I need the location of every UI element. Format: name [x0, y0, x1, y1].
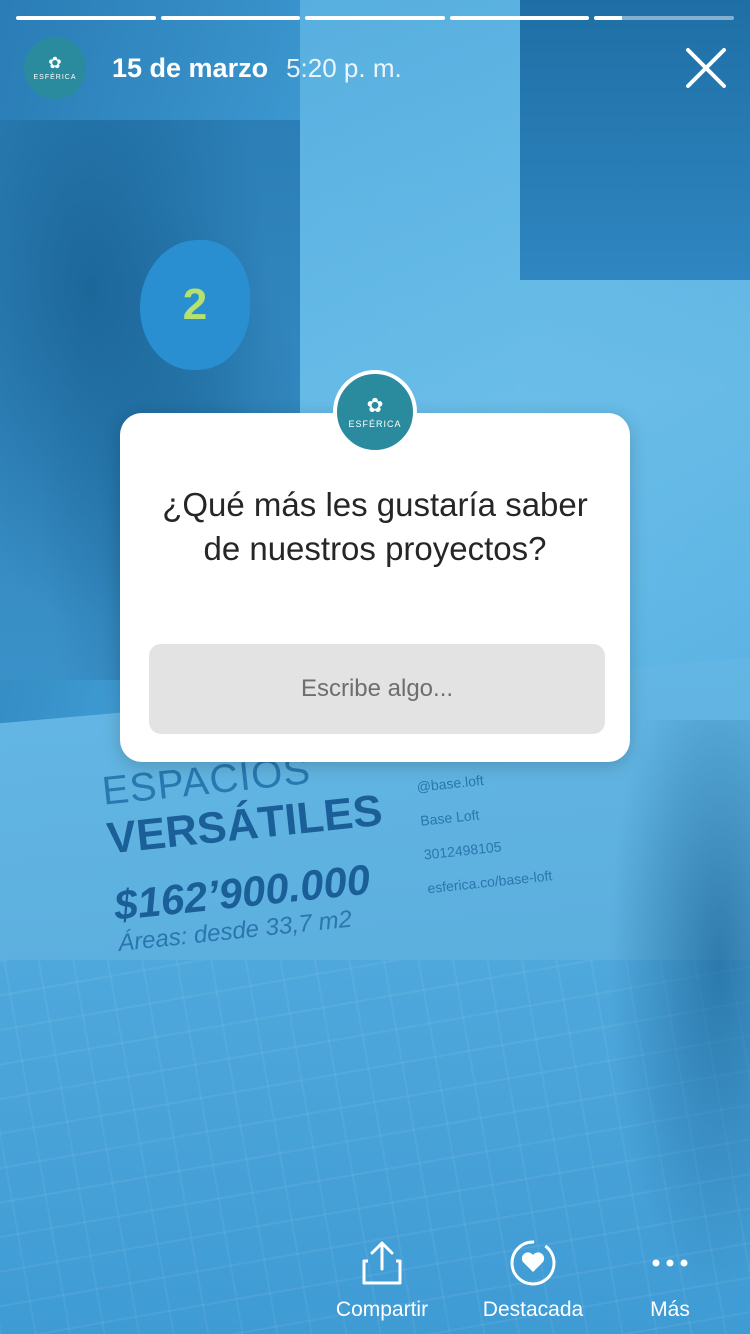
question-text: ¿Qué más les gustaría saber de nuestros … [162, 486, 588, 567]
progress-segment [449, 16, 590, 20]
counter-contact-info: @base.loft Base Loft 3012498105 esferica… [415, 757, 554, 905]
story-time: 5:20 p. m. [286, 52, 402, 83]
heart-highlight-icon [508, 1238, 558, 1288]
share-button[interactable]: Compartir [327, 1238, 437, 1322]
story-header: ✿ ESFÉRICA 15 de marzo 5:20 p. m. [24, 36, 730, 100]
story-actions: Compartir Destacada Más [0, 1224, 750, 1334]
close-button[interactable] [682, 44, 730, 92]
more-label: Más [650, 1298, 690, 1321]
progress-segment [305, 16, 445, 20]
share-label: Compartir [335, 1298, 429, 1321]
progress-segment [16, 16, 156, 20]
highlight-button[interactable]: Destacada [474, 1238, 592, 1322]
flower-logo-icon: ✿ [366, 394, 384, 417]
more-button[interactable]: Más [640, 1238, 700, 1322]
story-progress [16, 16, 734, 20]
more-dots-icon [645, 1238, 695, 1288]
highlight-label: Destacada [482, 1298, 584, 1321]
sticker-avatar-brand-text: ESFÉRICA [348, 418, 402, 429]
flower-logo-icon: ✿ [48, 54, 62, 72]
close-icon [686, 48, 726, 88]
share-icon [357, 1238, 407, 1288]
story-date: 15 de marzo [112, 52, 269, 83]
sticker-avatar: ✿ ESFÉRICA [333, 370, 417, 454]
booth-number-sign: 2 [140, 240, 250, 370]
question-sticker: ¿Qué más les gustaría saber de nuestros … [120, 413, 630, 762]
avatar-brand-text: ESFÉRICA [33, 73, 77, 81]
progress-segment [594, 16, 734, 20]
progress-segment [160, 16, 301, 20]
answer-input[interactable] [149, 644, 605, 734]
avatar[interactable]: ✿ ESFÉRICA [24, 37, 86, 99]
counter-signage: ESPACIOS VERSÁTILES $162’900.000 Áreas: … [100, 741, 395, 958]
